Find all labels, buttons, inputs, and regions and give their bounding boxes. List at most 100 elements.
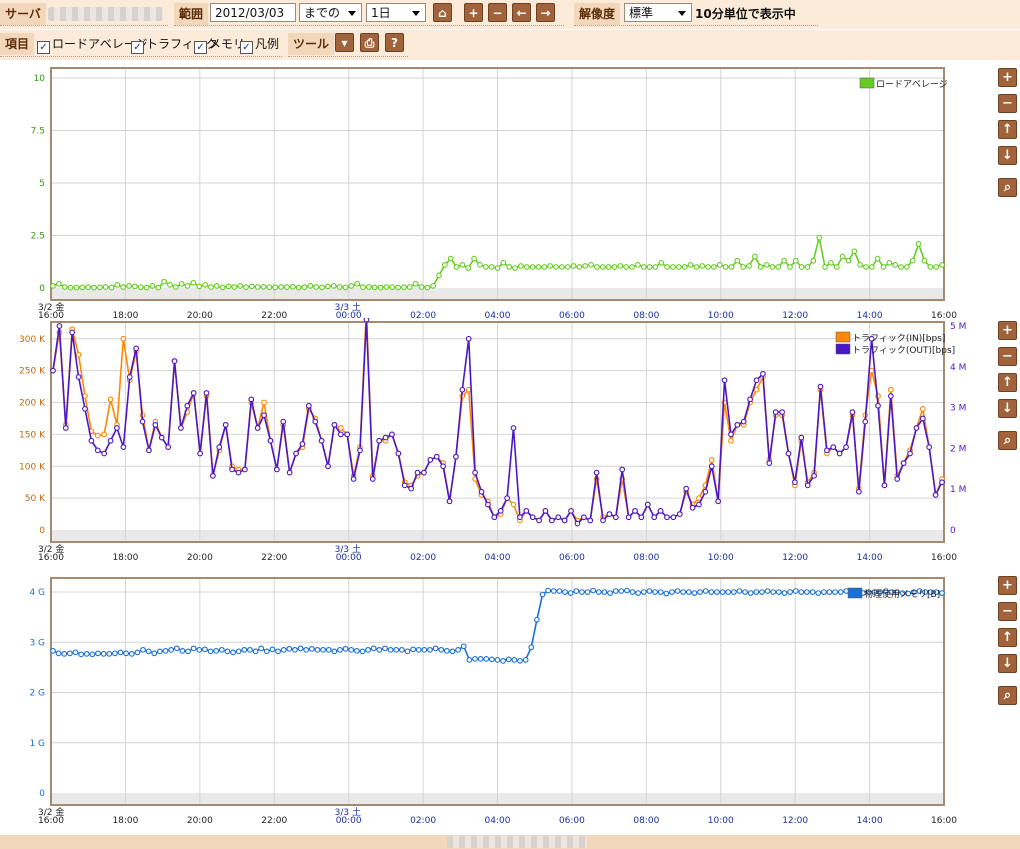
series-point-0 — [354, 280, 360, 287]
tool-menu-button[interactable]: ▾ — [335, 33, 354, 52]
move-up-button[interactable]: ↑ — [998, 373, 1017, 392]
series-point-0 — [418, 284, 425, 290]
series-point-1 — [804, 482, 811, 489]
series-point-0 — [278, 284, 284, 290]
expand-range-button[interactable]: + — [464, 3, 483, 22]
zoom-in-button[interactable]: + — [998, 576, 1017, 595]
series-point-0 — [377, 284, 384, 291]
search-button[interactable]: ⌕ — [998, 178, 1017, 197]
move-down-button[interactable]: ↓ — [998, 399, 1017, 418]
series-point-0 — [857, 262, 863, 268]
series-point-0 — [529, 264, 536, 270]
series-point-0 — [792, 257, 799, 264]
series-point-0 — [172, 284, 179, 290]
series-point-0 — [213, 283, 220, 289]
series-point-1 — [363, 318, 370, 323]
series-point-1 — [235, 469, 242, 476]
series-point-0 — [828, 259, 834, 266]
series-point-0 — [319, 284, 325, 291]
series-point-0 — [506, 264, 513, 270]
plus-icon: + — [1002, 323, 1013, 338]
series-point-0 — [471, 255, 477, 262]
checkbox-legend[interactable]: ✓ 凡例 — [240, 36, 279, 54]
minus-icon: − — [1002, 96, 1013, 111]
series-point-0 — [623, 264, 630, 270]
print-icon: ⎙ — [364, 36, 375, 50]
move-down-button[interactable]: ↓ — [998, 146, 1017, 165]
series-point-0 — [149, 283, 156, 289]
y2-tick-label: 5 M — [950, 322, 966, 332]
series-point-0 — [213, 647, 220, 654]
arrow-down-icon: ↓ — [1002, 656, 1013, 671]
zoom-out-button[interactable]: − — [998, 347, 1017, 366]
resolution-select[interactable]: 標準 — [624, 3, 692, 22]
series-point-0 — [295, 284, 302, 291]
series-point-0 — [775, 264, 782, 270]
shrink-range-button[interactable]: − — [488, 3, 507, 22]
search-button[interactable]: ⌕ — [998, 686, 1017, 705]
until-select[interactable]: までの — [299, 3, 362, 22]
series-point-0 — [576, 264, 583, 270]
server-label: サーバ — [0, 3, 46, 25]
prev-range-button[interactable]: ← — [512, 3, 531, 22]
date-field[interactable]: 2012/03/03 — [210, 3, 296, 22]
series-point-0 — [91, 284, 97, 291]
x-tick-label: 18:00 — [112, 816, 138, 826]
next-range-button[interactable]: → — [536, 3, 555, 22]
series-point-0 — [359, 648, 366, 655]
zoom-out-button[interactable]: − — [998, 94, 1017, 113]
series-point-0 — [605, 264, 612, 270]
series-point-1 — [478, 488, 485, 495]
series-point-0 — [612, 588, 619, 594]
checkbox-memory[interactable]: ✓ メモリ — [194, 36, 245, 54]
series-point-0 — [558, 264, 565, 270]
series-point-0 — [389, 284, 396, 291]
series-point-0 — [652, 264, 659, 270]
x-tick-label: 10:00 — [708, 816, 734, 826]
zoom-in-button[interactable]: + — [998, 68, 1017, 87]
zoom-out-button[interactable]: − — [998, 602, 1017, 621]
series-point-1 — [651, 514, 658, 521]
series-point-1 — [664, 514, 670, 521]
series-point-0 — [675, 264, 682, 270]
series-point-0 — [562, 589, 568, 595]
series-point-0 — [787, 264, 793, 270]
series-point-0 — [781, 590, 788, 596]
chart-svg-2: 16:00 18:00 20:00 22:00 00:00 02:00 04:00 06:00… — [29, 577, 957, 826]
move-up-button[interactable]: ↑ — [998, 628, 1017, 647]
series-point-1 — [369, 476, 376, 482]
series-point-0 — [657, 589, 664, 595]
series-point-1 — [286, 469, 293, 476]
move-up-button[interactable]: ↑ — [998, 120, 1017, 139]
search-button[interactable]: ⌕ — [998, 431, 1017, 450]
zoom-in-button[interactable]: + — [998, 321, 1017, 340]
x-tick-label: 20:00 — [187, 553, 213, 563]
series-point-0 — [272, 284, 279, 291]
series-point-0 — [837, 589, 844, 595]
series-point-1 — [696, 501, 702, 508]
legend-swatch — [847, 587, 863, 599]
span-select[interactable]: 1日 — [366, 3, 426, 22]
print-button[interactable]: ⎙ — [360, 33, 379, 52]
series-point-0 — [545, 587, 551, 594]
series-point-1 — [568, 508, 574, 514]
series-point-0 — [775, 589, 782, 595]
series-point-0 — [730, 589, 737, 595]
series-point-0 — [404, 648, 411, 655]
series-point-0 — [161, 278, 167, 285]
check-icon: ✓ — [240, 41, 253, 54]
series-point-1 — [843, 444, 849, 450]
legend-swatch — [835, 343, 851, 355]
home-button[interactable]: ⌂ — [433, 3, 452, 22]
x-tick-label: 08:00 — [633, 816, 659, 826]
series-point-1 — [625, 514, 632, 521]
series-point-0 — [415, 646, 422, 653]
day-label-2: 3/3 土 — [335, 543, 361, 555]
move-down-button[interactable]: ↓ — [998, 654, 1017, 673]
series-point-1 — [644, 501, 651, 508]
series-point-0 — [157, 648, 163, 655]
series-point-0 — [588, 262, 594, 268]
series-point-0 — [266, 284, 273, 291]
help-button[interactable]: ? — [385, 33, 404, 52]
series-point-0 — [260, 283, 267, 290]
